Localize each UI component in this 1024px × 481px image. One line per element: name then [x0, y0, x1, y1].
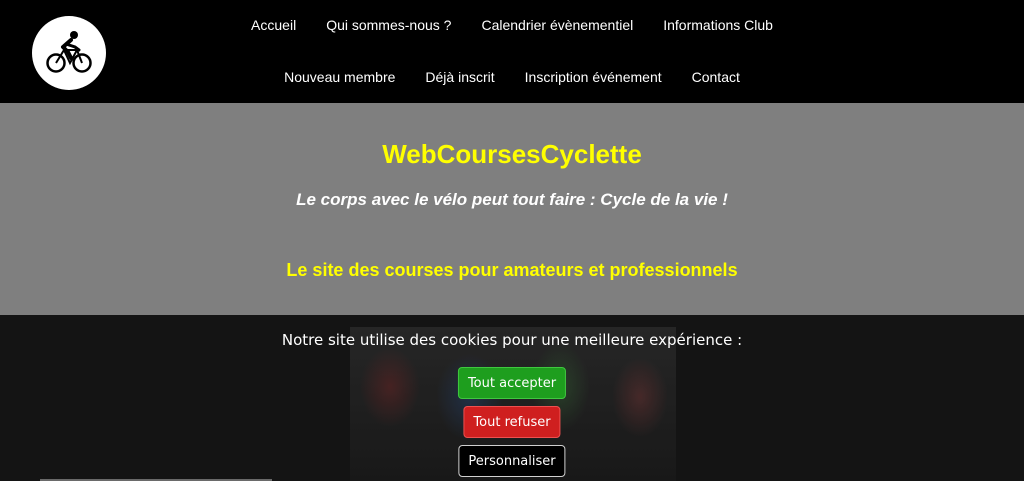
nav-link-deja-inscrit[interactable]: Déjà inscrit	[425, 69, 494, 85]
site-title: WebCoursesCyclette	[382, 139, 642, 169]
accept-all-button[interactable]: Tout accepter	[457, 367, 567, 399]
nav-link-inscription-evenement[interactable]: Inscription événement	[525, 69, 662, 85]
nav-link-calendrier[interactable]: Calendrier évènementiel	[481, 17, 633, 33]
site-header: Accueil Qui sommes-nous ? Calendrier évè…	[0, 0, 1024, 103]
main-nav-row-1: Accueil Qui sommes-nous ? Calendrier évè…	[0, 17, 1024, 33]
hero-section: WebCoursesCyclette Le corps avec le vélo…	[0, 103, 1024, 315]
nav-link-qui-sommes-nous[interactable]: Qui sommes-nous ?	[326, 17, 451, 33]
nav-link-nouveau-membre[interactable]: Nouveau membre	[284, 69, 395, 85]
cookie-banner: Notre site utilise des cookies pour une …	[0, 315, 1024, 481]
main-nav-row-2: Nouveau membre Déjà inscrit Inscription …	[0, 69, 1024, 85]
refuse-all-button[interactable]: Tout refuser	[463, 406, 561, 438]
site-subtitle: Le site des courses pour amateurs et pro…	[286, 260, 738, 280]
nav-link-accueil[interactable]: Accueil	[251, 17, 296, 33]
nav-link-contact[interactable]: Contact	[692, 69, 740, 85]
site-tagline: Le corps avec le vélo peut tout faire : …	[296, 190, 728, 209]
customize-button[interactable]: Personnaliser	[458, 445, 566, 477]
cookie-message: Notre site utilise des cookies pour une …	[281, 331, 743, 349]
nav-link-informations-club[interactable]: Informations Club	[663, 17, 773, 33]
